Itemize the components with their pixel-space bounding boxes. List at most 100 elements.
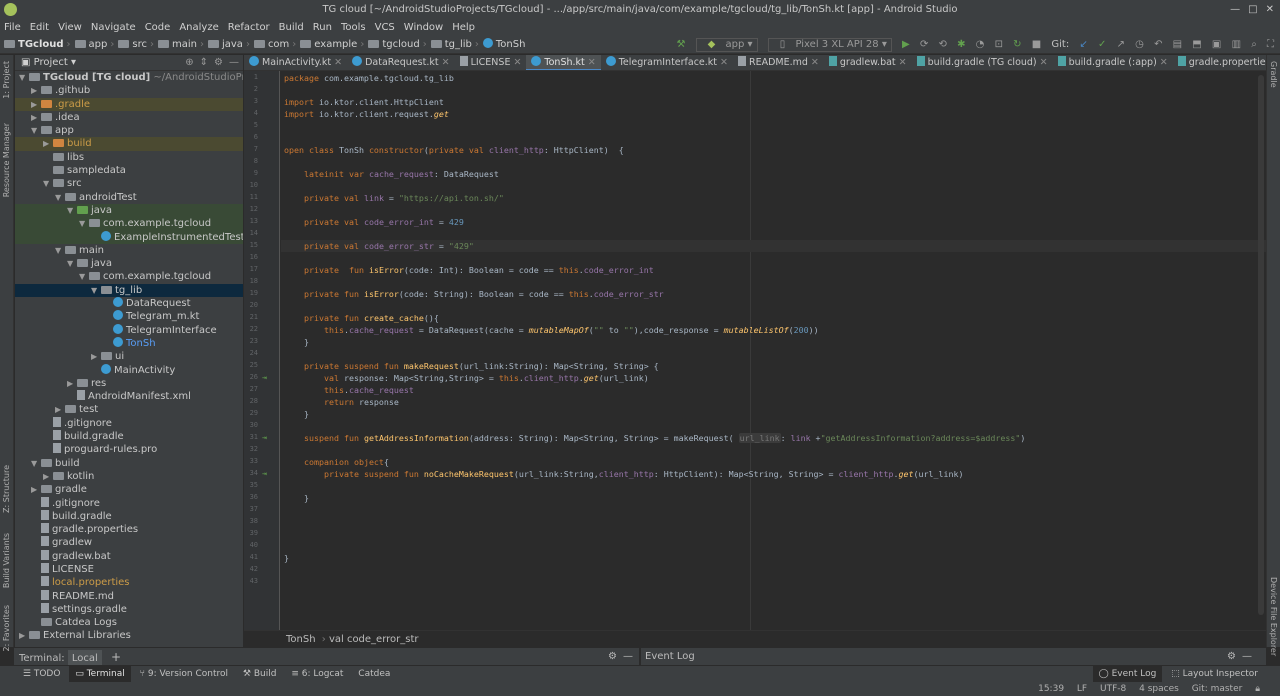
tree-item[interactable]: ▶ test	[15, 403, 243, 416]
breadcrumb-item[interactable]: com	[253, 39, 289, 50]
layout-inspector-tool-tab[interactable]: ⬚ Layout Inspector	[1165, 666, 1264, 683]
tree-item[interactable]: ▶ ui	[15, 350, 243, 363]
editor-tab[interactable]: DataRequest.kt ✕	[347, 55, 455, 70]
close-icon[interactable]: ✕	[720, 57, 728, 68]
chevron-down-icon[interactable]: ▼	[55, 244, 65, 257]
tree-item[interactable]: ▶ External Libraries	[15, 629, 243, 642]
locate-icon[interactable]: ⊕	[185, 57, 193, 68]
line-number[interactable]: 11	[244, 193, 258, 201]
close-icon[interactable]: ✕	[513, 57, 521, 68]
event-log-gear-icon[interactable]: ⚙	[1227, 648, 1236, 666]
code-line[interactable]: suspend fun getAddressInformation(addres…	[284, 433, 1025, 443]
close-icon[interactable]: ✕	[442, 57, 450, 68]
line-number[interactable]: 36	[244, 493, 258, 501]
chevron-right-icon[interactable]: ▶	[55, 403, 65, 416]
breadcrumb-item[interactable]: tgcloud	[368, 39, 420, 50]
breadcrumb-class[interactable]: TonSh	[286, 634, 316, 645]
tree-item[interactable]: local.properties	[15, 576, 243, 589]
code-line[interactable]: private fun isError(code: Int): Boolean …	[284, 265, 654, 275]
chevron-down-icon[interactable]: ▼	[31, 124, 41, 137]
code-editor[interactable]: 1 2 3 4 5 6 7 8 9 10 11 12 13 14 15 16 17 18 19 20 21 22 23 24 2…	[244, 71, 1266, 630]
code-line[interactable]: private val code_error_str = "429"	[284, 241, 474, 251]
attach-debugger-icon[interactable]: ⊡	[995, 36, 1003, 54]
tree-item[interactable]: AndroidManifest.xml	[15, 390, 243, 403]
chevron-right-icon[interactable]: ▶	[43, 470, 53, 483]
editor-gutter[interactable]: 1 2 3 4 5 6 7 8 9 10 11 12 13 14 15 16 17 18 19 20 21 22 23 24 2…	[244, 71, 280, 630]
breadcrumb-item[interactable]: TonSh	[482, 38, 525, 50]
git-commit-icon[interactable]: ✓	[1098, 36, 1106, 54]
chevron-right-icon[interactable]: ▶	[43, 137, 53, 150]
line-number[interactable]: 16	[244, 253, 258, 261]
menu-code[interactable]: Code	[145, 22, 171, 33]
line-number[interactable]: 9	[244, 169, 258, 177]
tree-item[interactable]: ▼ TGcloud [TG cloud] ~/AndroidStudioProje…	[15, 71, 243, 84]
line-number[interactable]: 14	[244, 229, 258, 237]
close-icon[interactable]: ✕	[1266, 4, 1274, 15]
version-control-tool-tab[interactable]: ⑂ 9: Version Control	[134, 666, 234, 683]
menu-analyze[interactable]: Analyze	[179, 22, 218, 33]
tree-item[interactable]: ▼ com.example.tgcloud	[15, 270, 243, 283]
minimize-icon[interactable]: —	[1230, 4, 1240, 15]
expand-icon[interactable]: ⛶	[1267, 36, 1274, 54]
code-line[interactable]: }	[284, 409, 309, 419]
line-number[interactable]: 41	[244, 553, 258, 561]
chevron-right-icon[interactable]: ▶	[91, 350, 101, 363]
code-line[interactable]: companion object{	[284, 457, 389, 467]
code-line[interactable]: }	[284, 337, 309, 347]
logcat-tool-tab[interactable]: ≡ 6: Logcat	[285, 666, 349, 683]
close-icon[interactable]: ✕	[334, 57, 342, 68]
line-number[interactable]: 24	[244, 349, 258, 357]
line-number[interactable]: 38	[244, 517, 258, 525]
tree-item[interactable]: ExampleInstrumentedTest	[15, 230, 243, 244]
tree-item[interactable]: proguard-rules.pro	[15, 443, 243, 456]
tree-item[interactable]: gradle.properties	[15, 523, 243, 536]
collapse-icon[interactable]: ⇕	[200, 57, 208, 68]
menu-file[interactable]: File	[4, 22, 21, 33]
device-select[interactable]: ▯ Pixel 3 XL API 28 ▾	[767, 38, 892, 52]
tree-item[interactable]: ▼ com.example.tgcloud	[15, 217, 243, 231]
chevron-down-icon[interactable]: ▼	[79, 217, 89, 230]
breadcrumb-item[interactable]: java	[207, 39, 243, 50]
new-terminal-icon[interactable]: +	[111, 650, 121, 664]
line-number[interactable]: 43	[244, 577, 258, 585]
code-line[interactable]: import io.ktor.client.request.get	[284, 109, 449, 119]
stop-icon[interactable]: ■	[1032, 36, 1041, 54]
breadcrumb-item[interactable]: src	[118, 39, 147, 50]
chevron-down-icon[interactable]: ▼	[67, 257, 77, 270]
tree-item[interactable]: TelegramInterface	[15, 323, 243, 337]
line-number[interactable]: 40	[244, 541, 258, 549]
git-branch[interactable]: Git: master	[1192, 684, 1243, 694]
breadcrumb-member[interactable]: val code_error_str	[329, 634, 419, 645]
tree-item[interactable]: ▶ .gradle	[15, 97, 243, 111]
line-number[interactable]: 19	[244, 289, 258, 297]
menu-vcs[interactable]: VCS	[375, 22, 395, 33]
menu-refactor[interactable]: Refactor	[228, 22, 270, 33]
close-icon[interactable]: ✕	[588, 57, 596, 68]
chevron-right-icon[interactable]: ▶	[31, 84, 41, 97]
tree-item[interactable]: Telegram_m.kt	[15, 310, 243, 323]
line-number[interactable]: 32	[244, 445, 258, 453]
menu-run[interactable]: Run	[313, 22, 332, 33]
line-number[interactable]: 18	[244, 277, 258, 285]
menu-tools[interactable]: Tools	[341, 22, 366, 33]
event-log-tool-tab[interactable]: ◯ Event Log	[1092, 666, 1163, 683]
tree-item[interactable]: .gitignore	[15, 416, 243, 430]
project-structure-icon[interactable]: ▤	[1173, 36, 1182, 54]
avd-manager-icon[interactable]: ▣	[1212, 36, 1221, 54]
terminal-hide-icon[interactable]: —	[623, 648, 633, 666]
tree-item[interactable]: ▼ java	[15, 257, 243, 270]
chevron-down-icon[interactable]: ▼	[19, 71, 29, 84]
tree-item[interactable]: README.md	[15, 589, 243, 603]
tree-item[interactable]: gradlew.bat	[15, 549, 243, 563]
chevron-down-icon[interactable]: ▼	[31, 457, 41, 470]
tree-item[interactable]: gradlew	[15, 536, 243, 549]
line-number[interactable]: 31	[244, 433, 258, 441]
code-line[interactable]: private val code_error_int = 429	[284, 217, 464, 227]
menu-edit[interactable]: Edit	[30, 22, 49, 33]
breadcrumb-item[interactable]: TGcloud	[4, 39, 64, 50]
line-number[interactable]: 5	[244, 121, 258, 129]
run-icon[interactable]: ▶	[902, 36, 910, 54]
tree-item[interactable]: DataRequest	[15, 297, 243, 310]
close-icon[interactable]: ✕	[899, 57, 907, 68]
code-line[interactable]: import io.ktor.client.HttpClient	[284, 97, 444, 107]
